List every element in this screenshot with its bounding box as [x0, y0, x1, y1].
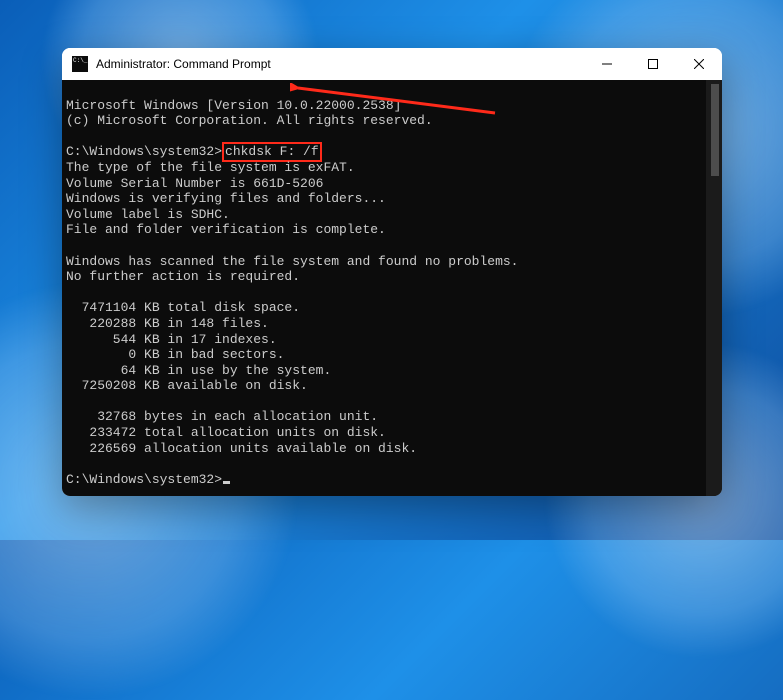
maximize-button[interactable] [630, 48, 676, 80]
terminal-line: Windows has scanned the file system and … [66, 254, 518, 269]
terminal-line: 7471104 KB total disk space. [66, 300, 300, 315]
terminal-line: 7250208 KB available on disk. [66, 378, 308, 393]
terminal-prompt-line: C:\Windows\system32> [66, 472, 230, 487]
terminal-line [66, 285, 74, 300]
terminal-line: Volume Serial Number is 661D-5206 [66, 176, 323, 191]
command-prompt-window: Administrator: Command Prompt Microsoft … [62, 48, 722, 496]
terminal-output[interactable]: Microsoft Windows [Version 10.0.22000.25… [62, 80, 722, 496]
terminal-line [66, 238, 74, 253]
cmd-icon [72, 56, 88, 72]
terminal-line: 0 KB in bad sectors. [66, 347, 284, 362]
terminal-line [66, 129, 74, 144]
terminal-line: No further action is required. [66, 269, 300, 284]
titlebar[interactable]: Administrator: Command Prompt [62, 48, 722, 80]
terminal-line: (c) Microsoft Corporation. All rights re… [66, 113, 433, 128]
terminal-line: Volume label is SDHC. [66, 207, 230, 222]
terminal-line: 233472 total allocation units on disk. [66, 425, 386, 440]
terminal-line: 544 KB in 17 indexes. [66, 332, 277, 347]
vertical-scrollbar[interactable] [706, 80, 722, 496]
prompt-path: C:\Windows\system32> [66, 472, 222, 487]
terminal-line: 64 KB in use by the system. [66, 363, 331, 378]
terminal-line: Microsoft Windows [Version 10.0.22000.25… [66, 98, 401, 113]
terminal-line: Windows is verifying files and folders..… [66, 191, 386, 206]
terminal-line: The type of the file system is exFAT. [66, 160, 355, 175]
terminal-line: 226569 allocation units available on dis… [66, 441, 417, 456]
close-button[interactable] [676, 48, 722, 80]
minimize-button[interactable] [584, 48, 630, 80]
terminal-line: 32768 bytes in each allocation unit. [66, 409, 378, 424]
terminal-line [66, 394, 74, 409]
terminal-prompt-line: C:\Windows\system32>chkdsk F: /f [66, 144, 322, 159]
terminal-line [66, 456, 74, 471]
terminal-line: 220288 KB in 148 files. [66, 316, 269, 331]
scrollbar-thumb[interactable] [711, 84, 719, 176]
prompt-path: C:\Windows\system32> [66, 144, 222, 159]
window-title: Administrator: Command Prompt [96, 57, 584, 71]
terminal-line: File and folder verification is complete… [66, 222, 386, 237]
terminal-cursor [223, 481, 230, 484]
